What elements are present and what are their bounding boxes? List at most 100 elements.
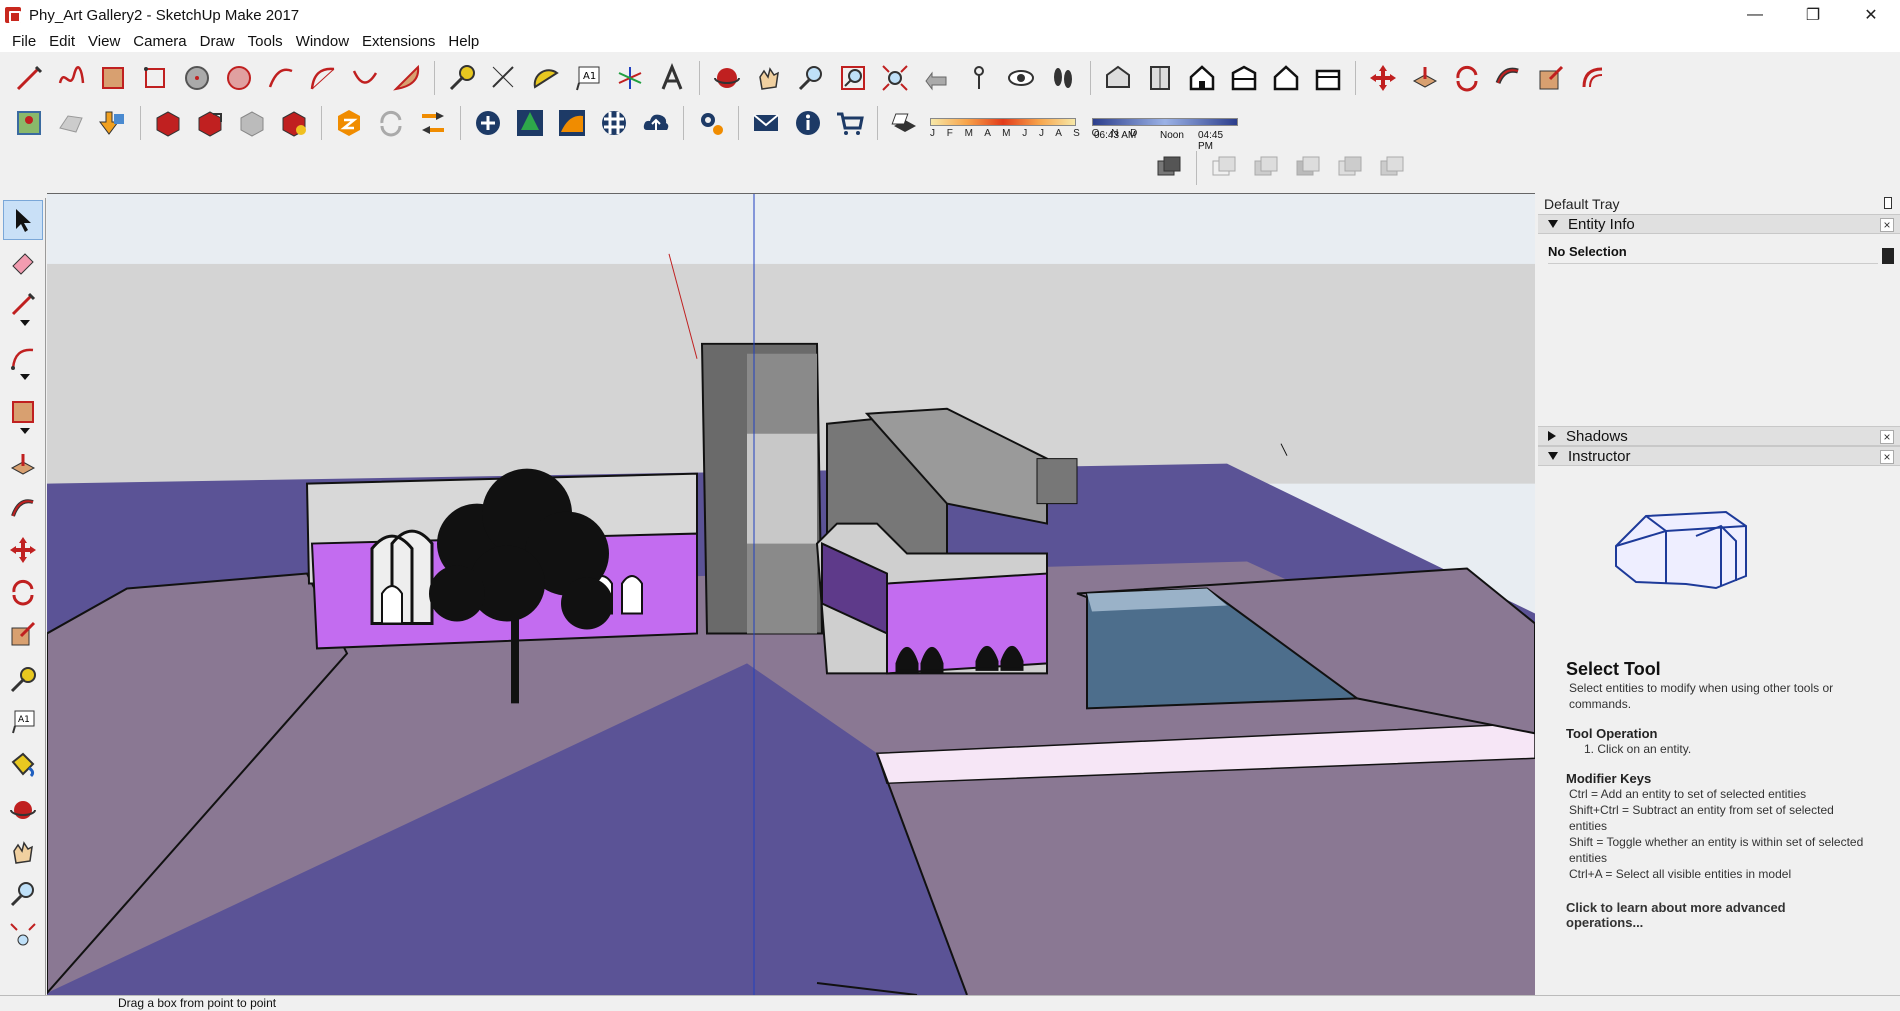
- move-tool-icon[interactable]: [3, 530, 43, 570]
- select-tool-icon[interactable]: [3, 200, 43, 240]
- shopping-cart-icon[interactable]: [832, 104, 868, 142]
- layout-icon[interactable]: [331, 104, 367, 142]
- share-component-icon[interactable]: [234, 104, 270, 142]
- maximize-button[interactable]: ❐: [1784, 0, 1842, 30]
- section-plane-icon[interactable]: [1151, 149, 1187, 187]
- tape-measure-tool-icon[interactable]: [3, 660, 43, 700]
- advanced-operations-link[interactable]: Click to learn about more advanced opera…: [1566, 900, 1866, 930]
- paint-bucket-tool-icon[interactable]: [3, 744, 43, 784]
- protractor-tool-icon[interactable]: [528, 59, 564, 97]
- front-view-icon[interactable]: [1184, 59, 1220, 97]
- menu-tools[interactable]: Tools: [242, 33, 290, 50]
- share-model-icon[interactable]: [192, 104, 228, 142]
- menu-window[interactable]: Window: [290, 33, 356, 50]
- cloud-upload-icon[interactable]: [638, 104, 674, 142]
- pie-tool-icon[interactable]: [389, 59, 425, 97]
- menu-camera[interactable]: Camera: [127, 33, 193, 50]
- rotated-rectangle-tool-icon[interactable]: [137, 59, 173, 97]
- next-section-icon[interactable]: [1374, 149, 1410, 187]
- menu-edit[interactable]: Edit: [43, 33, 82, 50]
- look-around-tool-icon[interactable]: [1003, 59, 1039, 97]
- instructor-header[interactable]: Instructor ×: [1538, 446, 1900, 466]
- menu-extensions[interactable]: Extensions: [356, 33, 442, 50]
- refresh-icon[interactable]: [373, 104, 409, 142]
- polygon-tool-icon[interactable]: [221, 59, 257, 97]
- move-tool-icon[interactable]: [1365, 59, 1401, 97]
- previous-section-icon[interactable]: [1332, 149, 1368, 187]
- date-slider[interactable]: [930, 118, 1076, 126]
- arc-tool-icon[interactable]: [263, 59, 299, 97]
- shadow-toggle-icon[interactable]: [887, 104, 923, 142]
- push-pull-tool-icon[interactable]: [1407, 59, 1443, 97]
- close-panel-button[interactable]: ×: [1880, 218, 1894, 232]
- rectangle-tool-icon[interactable]: [3, 392, 43, 434]
- top-view-icon[interactable]: [1142, 59, 1178, 97]
- two-point-arc-tool-icon[interactable]: [305, 59, 341, 97]
- freehand-tool-icon[interactable]: [53, 59, 89, 97]
- scale-tool-icon[interactable]: [3, 614, 43, 654]
- minimize-button[interactable]: —: [1726, 0, 1784, 30]
- shadows-header[interactable]: Shadows ×: [1538, 426, 1900, 446]
- scene-canvas[interactable]: [47, 194, 1535, 995]
- text-tool-icon[interactable]: A1: [570, 59, 606, 97]
- close-button[interactable]: ✕: [1842, 0, 1900, 30]
- line-tool-icon[interactable]: [11, 59, 47, 97]
- rotate-tool-icon[interactable]: [3, 572, 43, 612]
- iso-view-icon[interactable]: [1100, 59, 1136, 97]
- close-panel-button[interactable]: ×: [1880, 450, 1894, 464]
- add-icon[interactable]: [470, 104, 506, 142]
- left-view-icon[interactable]: [1310, 59, 1346, 97]
- styles-icon[interactable]: [554, 104, 590, 142]
- transfer-icon[interactable]: [415, 104, 451, 142]
- close-panel-button[interactable]: ×: [1880, 430, 1894, 444]
- follow-me-tool-icon[interactable]: [1491, 59, 1527, 97]
- orbit-tool-icon[interactable]: [709, 59, 745, 97]
- menu-help[interactable]: Help: [442, 33, 486, 50]
- toggle-terrain-icon[interactable]: [53, 104, 89, 142]
- tree-icon[interactable]: [512, 104, 548, 142]
- previous-view-icon[interactable]: [919, 59, 955, 97]
- entity-toggle-button[interactable]: [1882, 248, 1894, 264]
- display-section-planes-icon[interactable]: [1206, 149, 1242, 187]
- zoom-tool-icon[interactable]: [3, 874, 43, 914]
- orbit-tool-icon[interactable]: [3, 790, 43, 830]
- axes-tool-icon[interactable]: [612, 59, 648, 97]
- zoom-extents-tool-icon[interactable]: [877, 59, 913, 97]
- arc-tool-icon[interactable]: [3, 338, 43, 380]
- settings-gear-icon[interactable]: [693, 104, 729, 142]
- photo-textures-icon[interactable]: [95, 104, 131, 142]
- menu-view[interactable]: View: [82, 33, 127, 50]
- 3d-warehouse-icon[interactable]: [150, 104, 186, 142]
- right-view-icon[interactable]: [1226, 59, 1262, 97]
- push-pull-tool-icon[interactable]: [3, 446, 43, 486]
- scale-tool-icon[interactable]: [1533, 59, 1569, 97]
- menu-draw[interactable]: Draw: [194, 33, 242, 50]
- offset-tool-icon[interactable]: [1575, 59, 1611, 97]
- display-section-cuts-icon[interactable]: [1248, 149, 1284, 187]
- materials-icon[interactable]: [596, 104, 632, 142]
- circle-tool-icon[interactable]: [179, 59, 215, 97]
- follow-me-tool-icon[interactable]: [3, 488, 43, 528]
- back-view-icon[interactable]: [1268, 59, 1304, 97]
- entity-info-header[interactable]: Entity Info ×: [1538, 214, 1900, 234]
- 3d-text-tool-icon[interactable]: [654, 59, 690, 97]
- time-slider[interactable]: [1092, 118, 1238, 126]
- zoom-tool-icon[interactable]: [793, 59, 829, 97]
- add-location-icon[interactable]: [11, 104, 47, 142]
- extension-warehouse-icon[interactable]: [276, 104, 312, 142]
- eraser-tool-icon[interactable]: [3, 242, 43, 282]
- display-section-fill-icon[interactable]: [1290, 149, 1326, 187]
- email-icon[interactable]: [748, 104, 784, 142]
- zoom-extents-tool-icon[interactable]: [3, 916, 43, 956]
- zoom-window-tool-icon[interactable]: [835, 59, 871, 97]
- position-camera-tool-icon[interactable]: [961, 59, 997, 97]
- menu-file[interactable]: File: [6, 33, 43, 50]
- dimension-tool-icon[interactable]: [486, 59, 522, 97]
- model-viewport[interactable]: [47, 193, 1535, 995]
- rectangle-tool-icon[interactable]: [95, 59, 131, 97]
- walk-tool-icon[interactable]: [1045, 59, 1081, 97]
- text-tool-icon[interactable]: A1: [3, 702, 43, 742]
- pan-tool-icon[interactable]: [751, 59, 787, 97]
- three-point-arc-tool-icon[interactable]: [347, 59, 383, 97]
- tape-measure-tool-icon[interactable]: [444, 59, 480, 97]
